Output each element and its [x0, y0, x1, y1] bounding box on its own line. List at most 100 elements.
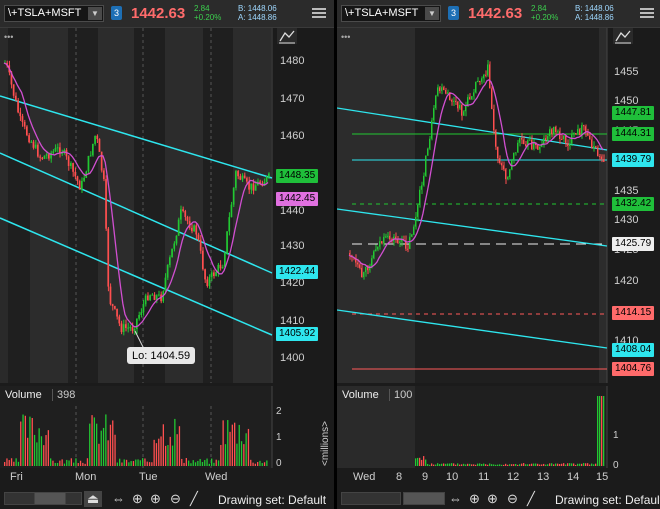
candle-body	[487, 64, 489, 76]
right-pan-icon[interactable]: ⇔	[449, 491, 462, 506]
left-ytick: 1430	[280, 240, 304, 252]
volume-bar	[17, 461, 20, 466]
candle-body	[497, 146, 499, 159]
right-scrollbar[interactable]	[341, 492, 401, 505]
candle-body	[423, 175, 425, 186]
volume-bar	[477, 463, 479, 466]
left-menu-icon[interactable]	[312, 6, 326, 20]
right-symbol-field[interactable]: \+TSLA+MSFT ▼	[341, 5, 441, 22]
right-symbol-dropdown-icon[interactable]: ▼	[425, 7, 439, 20]
left-draw-tool-icon[interactable]	[277, 28, 297, 44]
volume-bar	[144, 458, 146, 466]
candle-body	[457, 101, 459, 109]
candle-body	[158, 294, 160, 296]
right-menu-icon[interactable]	[640, 6, 654, 20]
candle-body	[195, 225, 198, 235]
left-crosshair-icon[interactable]: ⊕	[132, 491, 143, 507]
volume-bar	[587, 463, 589, 466]
volume-bar	[15, 458, 17, 466]
right-tag-7: 1408.04	[612, 343, 655, 357]
volume-bar	[29, 416, 31, 466]
volume-bar	[599, 396, 601, 466]
candle-body	[219, 264, 222, 269]
candle-body	[81, 180, 83, 190]
left-zoom-out-icon[interactable]: ⊖	[170, 491, 181, 507]
left-link-badge[interactable]: 3	[111, 6, 122, 20]
candle-body	[224, 253, 226, 267]
candle-body	[226, 231, 228, 254]
candle-body	[547, 136, 549, 141]
candle-body	[48, 154, 50, 159]
candle-body	[387, 235, 389, 237]
candle-body	[459, 104, 461, 109]
candle-body	[595, 146, 597, 148]
volume-bar	[8, 460, 10, 466]
left-header: \+TSLA+MSFT ▼ 3 1442.63 2.84 +0.20% B: 1…	[0, 0, 334, 28]
candle-body	[118, 316, 121, 324]
right-zoom-in-icon[interactable]: ⊕	[487, 491, 498, 507]
volume-bar	[493, 464, 495, 466]
candle-body	[513, 152, 515, 160]
candle-body	[122, 324, 125, 333]
left-vol-tick: 1	[276, 432, 282, 443]
candle-body	[505, 169, 507, 180]
volume-bar	[38, 428, 40, 466]
candle-body	[105, 179, 107, 229]
volume-bar	[201, 462, 204, 466]
left-drawing-set[interactable]: Drawing set: Default	[218, 493, 326, 507]
volume-bar	[54, 462, 56, 466]
volume-bar	[43, 445, 45, 466]
volume-bar	[102, 427, 105, 466]
candle-body	[164, 277, 167, 292]
volume-bar	[451, 463, 453, 466]
volume-bar	[119, 458, 121, 466]
candle-body	[21, 116, 24, 123]
right-scroll-thumb[interactable]	[403, 492, 445, 505]
volume-bar	[529, 464, 531, 466]
right-xlabel: 11	[478, 471, 490, 483]
right-link-badge[interactable]: 3	[448, 6, 459, 20]
volume-bar	[160, 436, 162, 466]
candle-body	[411, 234, 413, 237]
volume-bar	[425, 459, 427, 466]
volume-bar	[503, 464, 505, 466]
left-chart-panel: \+TSLA+MSFT ▼ 3 1442.63 2.84 +0.20% B: 1…	[0, 0, 334, 509]
volume-bar	[463, 463, 465, 466]
candle-body	[217, 264, 220, 273]
candle-body	[573, 133, 575, 135]
left-pan-icon[interactable]: ⇔	[112, 491, 125, 506]
volume-bar	[33, 434, 36, 466]
volume-bar	[505, 463, 507, 466]
left-scroll-thumb[interactable]	[34, 492, 66, 505]
left-draw-line-icon[interactable]: ╱	[190, 491, 198, 507]
candle-body	[237, 171, 239, 177]
candle-body	[215, 272, 217, 277]
volume-bar	[521, 463, 523, 466]
volume-bar	[581, 463, 583, 466]
right-change-pct: +0.20%	[531, 13, 559, 22]
volume-bar	[603, 396, 605, 466]
volume-bar	[453, 463, 455, 466]
right-draw-tool-icon[interactable]	[613, 28, 633, 44]
right-zoom-out-icon[interactable]: ⊖	[507, 491, 518, 507]
volume-bar	[109, 424, 112, 466]
volume-bar	[112, 420, 114, 466]
candle-body	[100, 151, 103, 171]
candle-body	[175, 235, 178, 244]
left-symbol-field[interactable]: \+TSLA+MSFT ▼	[4, 5, 104, 22]
candle-body	[553, 126, 555, 134]
volume-bar	[487, 464, 489, 466]
candle-body	[138, 314, 140, 319]
left-zoom-fit-icon[interactable]: ⏏	[84, 491, 102, 507]
left-zoom-in-icon[interactable]: ⊕	[150, 491, 161, 507]
right-crosshair-icon[interactable]: ⊕	[469, 491, 480, 507]
right-xlabel: 8	[396, 471, 403, 483]
right-draw-line-icon[interactable]: ╱	[527, 491, 535, 507]
volume-bar	[483, 463, 485, 466]
volume-bar	[61, 459, 63, 466]
right-drawing-set[interactable]: Drawing set: Default	[555, 493, 660, 507]
right-change: 2.84 +0.20%	[531, 4, 558, 22]
candle-body	[455, 100, 457, 102]
candle-body	[409, 236, 411, 249]
left-symbol-dropdown-icon[interactable]: ▼	[88, 7, 102, 20]
